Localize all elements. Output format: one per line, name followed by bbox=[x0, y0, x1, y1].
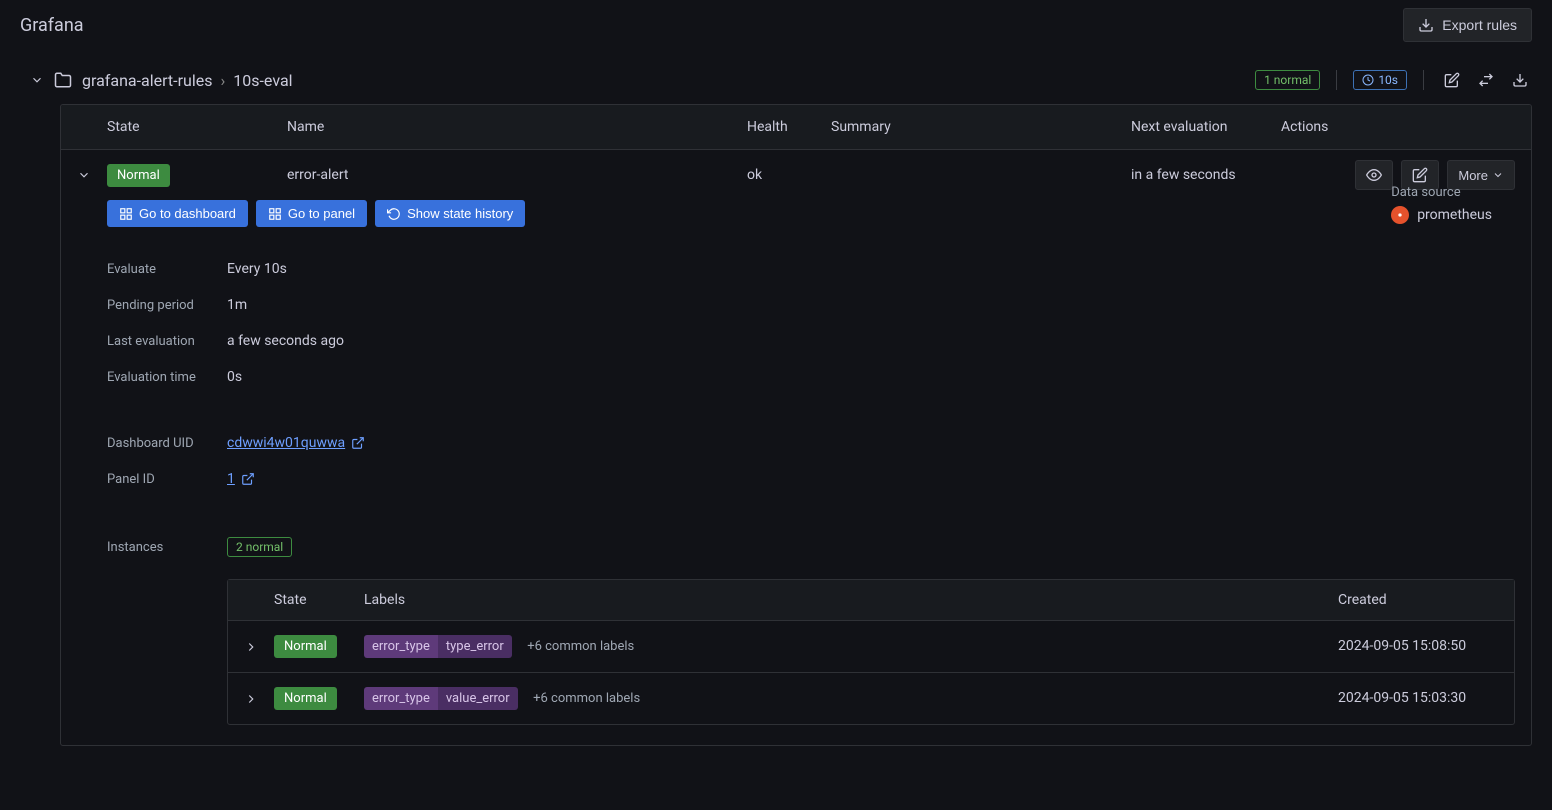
apps-icon bbox=[268, 207, 282, 221]
go-to-panel-button[interactable]: Go to panel bbox=[256, 200, 367, 227]
instance-created: 2024-09-05 15:08:50 bbox=[1338, 637, 1498, 657]
view-button[interactable] bbox=[1355, 160, 1393, 190]
inst-header-created: Created bbox=[1338, 592, 1498, 608]
go-to-dashboard-button[interactable]: Go to dashboard bbox=[107, 200, 248, 227]
normal-count-badge: 1 normal bbox=[1255, 70, 1320, 90]
collapse-toggle[interactable] bbox=[30, 73, 44, 87]
instances-label: Instances bbox=[107, 540, 227, 555]
export-rules-button[interactable]: Export rules bbox=[1403, 8, 1532, 42]
rules-table: State Name Health Summary Next evaluatio… bbox=[60, 104, 1532, 746]
folder-icon bbox=[54, 71, 72, 89]
instance-created: 2024-09-05 15:03:30 bbox=[1338, 689, 1498, 709]
rule-details: Go to dashboard Go to panel Show state h… bbox=[61, 200, 1531, 745]
table-header-row: State Name Health Summary Next evaluatio… bbox=[61, 105, 1531, 149]
rule-health: ok bbox=[747, 167, 831, 183]
last-eval-value: a few seconds ago bbox=[227, 333, 344, 349]
inst-header-state: State bbox=[274, 592, 364, 608]
clock-icon bbox=[1362, 74, 1374, 86]
instances-table: State Labels Created Normal bbox=[227, 579, 1515, 725]
show-state-history-button[interactable]: Show state history bbox=[375, 200, 525, 227]
eval-time-value: 0s bbox=[227, 369, 242, 385]
common-labels-text[interactable]: +6 common labels bbox=[527, 639, 634, 654]
history-icon bbox=[387, 207, 401, 221]
header-state: State bbox=[107, 119, 287, 135]
data-source-label: Data source bbox=[1391, 185, 1492, 200]
instance-row: Normal error_type type_error +6 common l… bbox=[228, 620, 1514, 672]
external-link-icon bbox=[351, 436, 365, 450]
panel-id-link[interactable]: 1 bbox=[227, 471, 255, 487]
panel-id-label: Panel ID bbox=[107, 472, 227, 487]
download-icon bbox=[1418, 17, 1434, 33]
expand-instance-toggle[interactable] bbox=[244, 640, 274, 654]
export-group-button[interactable] bbox=[1508, 68, 1532, 92]
rule-row: Normal error-alert ok in a few seconds M… bbox=[61, 149, 1531, 200]
header-next-eval: Next evaluation bbox=[1131, 119, 1281, 135]
breadcrumb: grafana-alert-rules › 10s-eval bbox=[82, 71, 293, 90]
interval-badge: 10s bbox=[1353, 70, 1407, 90]
dashboard-uid-label: Dashboard UID bbox=[107, 436, 227, 451]
pending-label: Pending period bbox=[107, 298, 227, 313]
state-badge: Normal bbox=[107, 164, 170, 187]
breadcrumb-folder[interactable]: grafana-alert-rules bbox=[82, 71, 212, 90]
edit-button[interactable] bbox=[1440, 68, 1464, 92]
reorder-button[interactable] bbox=[1474, 68, 1498, 92]
apps-icon bbox=[119, 207, 133, 221]
instance-row: Normal error_type value_error +6 common … bbox=[228, 672, 1514, 724]
export-rules-label: Export rules bbox=[1442, 17, 1517, 33]
instance-state-badge: Normal bbox=[274, 635, 337, 658]
expand-instance-toggle[interactable] bbox=[244, 692, 274, 706]
common-labels-text[interactable]: +6 common labels bbox=[533, 691, 640, 706]
inst-header-labels: Labels bbox=[364, 592, 1338, 608]
evaluate-label: Evaluate bbox=[107, 262, 227, 277]
breadcrumb-separator: › bbox=[220, 71, 225, 90]
expand-row-toggle[interactable] bbox=[77, 168, 107, 182]
prometheus-icon bbox=[1391, 206, 1409, 224]
pending-value: 1m bbox=[227, 297, 247, 313]
instances-header-row: State Labels Created bbox=[228, 580, 1514, 620]
data-source-value: prometheus bbox=[1417, 207, 1492, 223]
instance-state-badge: Normal bbox=[274, 687, 337, 710]
eval-time-label: Evaluation time bbox=[107, 370, 227, 385]
rule-name: error-alert bbox=[287, 167, 747, 183]
brand-title: Grafana bbox=[20, 15, 84, 36]
last-eval-label: Last evaluation bbox=[107, 334, 227, 349]
header-actions: Actions bbox=[1281, 119, 1515, 135]
label-tag: error_type value_error bbox=[364, 687, 518, 710]
instances-badge: 2 normal bbox=[227, 537, 292, 557]
evaluate-value: Every 10s bbox=[227, 261, 287, 277]
header-name: Name bbox=[287, 119, 747, 135]
header-health: Health bbox=[747, 119, 831, 135]
header-summary: Summary bbox=[831, 119, 1131, 135]
breadcrumb-group[interactable]: 10s-eval bbox=[233, 71, 292, 90]
label-tag: error_type type_error bbox=[364, 635, 512, 658]
rule-next-eval: in a few seconds bbox=[1131, 167, 1281, 183]
dashboard-uid-link[interactable]: cdwwi4w01quwwa bbox=[227, 435, 365, 451]
external-link-icon bbox=[241, 472, 255, 486]
